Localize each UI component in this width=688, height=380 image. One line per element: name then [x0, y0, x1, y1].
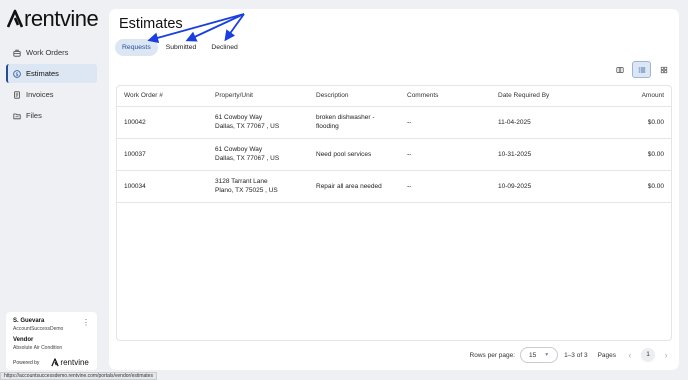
sidebar-item-estimates[interactable]: $ Estimates	[6, 64, 97, 83]
receipt-icon	[14, 90, 20, 99]
powered-by-logo: rentvine	[51, 358, 89, 367]
cell-comments: --	[400, 170, 491, 203]
description-line-1: broken dishwasher -	[316, 114, 375, 121]
description-line-1: Repair all area needed	[316, 182, 382, 190]
cell-description: Repair all area needed	[309, 170, 400, 203]
sidebar-item-label: Files	[26, 111, 42, 120]
cell-description: Need pool services	[309, 138, 400, 171]
brand-name: rentvine	[24, 6, 99, 31]
estimate-tabs: Requests Submitted Declined	[115, 39, 246, 56]
sidebar-item-files[interactable]: Files	[6, 106, 97, 125]
description-line-1: Need pool services	[316, 150, 372, 158]
list-view-button[interactable]	[632, 61, 651, 78]
user-account: AccountSuccessDemo	[13, 326, 64, 332]
chevron-left-icon[interactable]: ‹	[624, 350, 636, 360]
address-line-2: Dallas, TX 77067 , US	[215, 155, 280, 162]
status-bar-url: https://accountsuccessdemo.rentvine.com/…	[0, 372, 157, 380]
rows-per-page-label: Rows per page:	[469, 351, 516, 359]
table-row[interactable]: 100042 61 Cowboy Way Dallas, TX 77067 , U…	[117, 106, 671, 139]
cell-work-order: 100037	[117, 138, 208, 171]
grid-view-icon	[660, 66, 667, 73]
pagination: Rows per page: 15 ▼ 1–3 of 3 Pages ‹ 1 ›	[470, 347, 672, 363]
powered-by: Powered by rentvine	[13, 358, 90, 367]
user-card: S. Guevara AccountSuccessDemo ⋮ Vendor A…	[6, 312, 97, 370]
address-line-1: 61 Cowboy Way	[215, 146, 263, 153]
main-panel: Estimates Requests Submitted Declined Wo…	[109, 9, 679, 370]
column-header-amount[interactable]: Amount	[591, 86, 671, 107]
rows-per-page-value: 15	[528, 351, 537, 359]
rows-per-page-select[interactable]: 15 ▼	[520, 347, 559, 363]
table-header-row: Work Order # Property/Unit Description C…	[117, 86, 671, 107]
cell-work-order: 100034	[117, 170, 208, 203]
tab-declined[interactable]: Declined	[204, 39, 244, 56]
rentvine-logo-icon	[7, 9, 23, 28]
powered-by-label: Powered by	[13, 359, 40, 366]
sidebar-item-invoices[interactable]: Invoices	[6, 85, 97, 104]
address-line-1: 61 Cowboy Way	[215, 114, 263, 121]
chevron-right-icon[interactable]: ›	[660, 350, 672, 360]
address-line-2: Dallas, TX 77067 , US	[215, 123, 280, 130]
dollar-circle-icon: $	[13, 69, 21, 77]
column-header-work-order[interactable]: Work Order #	[117, 86, 208, 107]
table-row[interactable]: 100037 61 Cowboy Way Dallas, TX 77067 , U…	[117, 138, 671, 171]
description-line-2: flooding	[316, 123, 339, 130]
svg-text:$: $	[15, 71, 18, 77]
page-number-button[interactable]: 1	[641, 348, 655, 362]
pages-label: Pages	[597, 351, 616, 359]
page-title: Estimates	[119, 16, 183, 32]
brand-logo[interactable]: rentvine	[7, 6, 99, 31]
user-name: S. Guevara	[13, 318, 45, 324]
toolbox-icon	[13, 49, 21, 57]
tab-requests[interactable]: Requests	[115, 39, 158, 56]
column-header-description[interactable]: Description	[309, 86, 400, 107]
chevron-down-icon: ▼	[544, 352, 550, 358]
cell-work-order: 100042	[117, 106, 208, 139]
address-line-2: Plano, TX 75025 , US	[215, 187, 278, 194]
sidebar-item-work-orders[interactable]: Work Orders	[6, 43, 97, 62]
cell-amount: $0.00	[591, 138, 671, 171]
rentvine-logo-icon	[51, 358, 60, 367]
user-company: Absolute Air Condition	[13, 345, 63, 351]
grid-view-button[interactable]	[654, 61, 673, 78]
tab-submitted[interactable]: Submitted	[159, 39, 204, 56]
columns-view-icon	[615, 66, 624, 73]
cell-property: 3128 Tarrant Lane Plano, TX 75025 , US	[208, 170, 309, 203]
view-toggle	[607, 61, 673, 78]
address-line-1: 3128 Tarrant Lane	[215, 178, 268, 185]
sidebar-item-label: Estimates	[26, 69, 59, 78]
columns-view-button[interactable]	[610, 61, 629, 78]
cell-property: 61 Cowboy Way Dallas, TX 77067 , US	[208, 138, 309, 171]
column-header-date-required[interactable]: Date Required By	[491, 86, 591, 107]
cell-description: broken dishwasher - flooding	[309, 106, 400, 139]
column-header-comments[interactable]: Comments	[400, 86, 491, 107]
powered-by-brand: rentvine	[60, 358, 89, 367]
sidebar-item-label: Invoices	[26, 90, 54, 99]
column-header-property[interactable]: Property/Unit	[208, 86, 309, 107]
page-count: 1–3 of 3	[564, 351, 588, 359]
cell-amount: $0.00	[591, 170, 671, 203]
user-role: Vendor	[13, 337, 34, 343]
cell-date-required: 10-09-2025	[491, 170, 591, 203]
cell-comments: --	[400, 138, 491, 171]
sidebar-nav: Work Orders $ Estimates Invoices Files	[6, 43, 97, 127]
sidebar-item-label: Work Orders	[26, 48, 69, 57]
sidebar: rentvine Work Orders $ Estimates Invoice…	[0, 0, 105, 380]
cell-date-required: 11-04-2025	[491, 106, 591, 139]
table-row[interactable]: 100034 3128 Tarrant Lane Plano, TX 75025 …	[117, 170, 671, 203]
cell-property: 61 Cowboy Way Dallas, TX 77067 , US	[208, 106, 309, 139]
cell-date-required: 10-31-2025	[491, 138, 591, 171]
folder-icon	[13, 113, 21, 119]
more-options-icon[interactable]: ⋮	[82, 318, 90, 327]
list-view-icon	[638, 66, 645, 73]
cell-amount: $0.00	[591, 106, 671, 139]
estimates-table: Work Order # Property/Unit Description C…	[116, 85, 672, 341]
cell-comments: --	[400, 106, 491, 139]
